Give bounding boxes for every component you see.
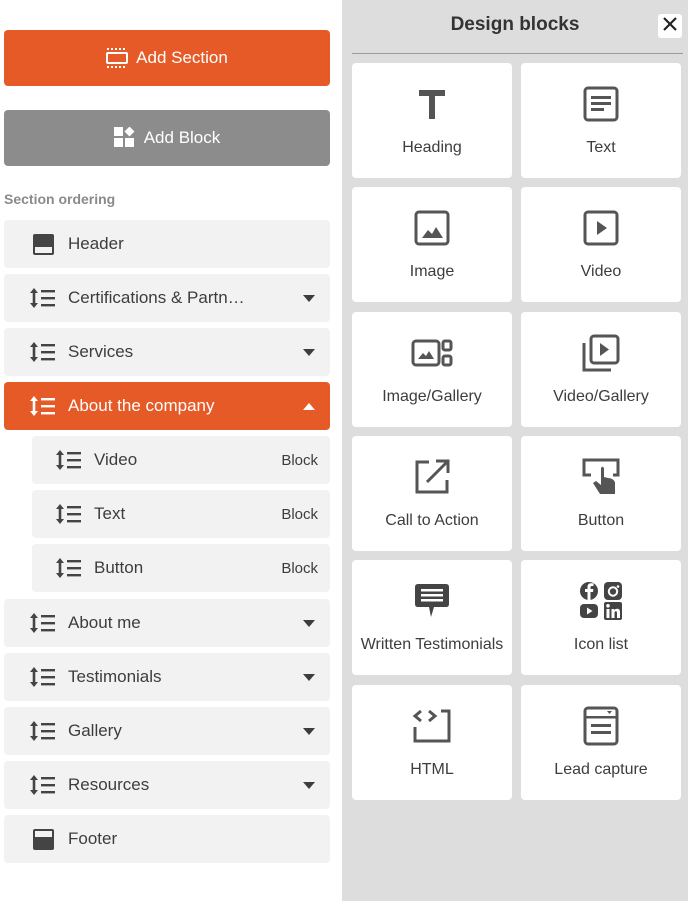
section-row-footer[interactable]: Footer <box>4 815 330 863</box>
block-tile-video-gallery[interactable]: Video/Gallery <box>521 312 681 427</box>
reorder-icon[interactable] <box>56 557 82 579</box>
code-icon <box>412 705 452 747</box>
reorder-icon[interactable] <box>30 341 56 363</box>
block-tile-heading[interactable]: Heading <box>352 63 512 178</box>
image-icon <box>414 207 450 249</box>
section-row-resources[interactable]: Resources <box>4 761 330 809</box>
block-tile-button[interactable]: Button <box>521 436 681 551</box>
button-click-icon <box>581 456 621 498</box>
section-row-gallery[interactable]: Gallery <box>4 707 330 755</box>
block-row-text[interactable]: Text Block <box>32 490 330 538</box>
block-tag: Block <box>281 559 318 577</box>
section-panel: Add Section Add Block Section ordering H… <box>0 0 342 901</box>
heading-icon <box>417 83 447 125</box>
video-icon <box>583 207 619 249</box>
block-tile-image[interactable]: Image <box>352 187 512 302</box>
section-row-about-the-company[interactable]: About the company <box>4 382 330 430</box>
external-link-icon <box>414 456 450 498</box>
block-row-button[interactable]: Button Block <box>32 544 330 592</box>
block-tag: Block <box>281 505 318 523</box>
design-blocks-panel: Design blocks Heading Text Image Video I… <box>342 0 688 901</box>
instagram-icon <box>604 582 622 600</box>
close-icon <box>663 16 677 36</box>
text-icon <box>583 83 619 125</box>
section-icon <box>106 48 129 68</box>
comment-icon <box>414 580 450 622</box>
chevron-down-icon[interactable] <box>303 781 315 789</box>
linkedin-icon <box>604 602 622 620</box>
block-tile-call-to-action[interactable]: Call to Action <box>352 436 512 551</box>
youtube-icon <box>580 604 598 618</box>
section-row-header[interactable]: Header <box>4 220 330 268</box>
block-tile-icon-list[interactable]: Icon list <box>521 560 681 675</box>
reorder-icon[interactable] <box>56 503 82 525</box>
reorder-icon[interactable] <box>30 287 56 309</box>
section-row-testimonials[interactable]: Testimonials <box>4 653 330 701</box>
footer-layout-icon <box>30 828 56 850</box>
video-gallery-icon <box>581 332 621 374</box>
block-tile-image-gallery[interactable]: Image/Gallery <box>352 312 512 427</box>
facebook-icon <box>580 582 598 600</box>
reorder-icon[interactable] <box>30 395 56 417</box>
image-gallery-icon <box>411 332 453 374</box>
chevron-up-icon[interactable] <box>303 402 315 410</box>
section-ordering-heading: Section ordering <box>4 191 116 207</box>
reorder-icon[interactable] <box>30 720 56 742</box>
blocks-icon <box>113 127 136 149</box>
add-block-label: Add Block <box>143 128 221 147</box>
chevron-down-icon[interactable] <box>303 294 315 302</box>
section-row-certifications[interactable]: Certifications & Partn… <box>4 274 330 322</box>
block-tile-text[interactable]: Text <box>521 63 681 178</box>
reorder-icon[interactable] <box>30 666 56 688</box>
block-tile-written-testimonials[interactable]: Written Testimonials <box>352 560 512 675</box>
title-divider <box>352 53 683 54</box>
chevron-down-icon[interactable] <box>303 619 315 627</box>
chevron-down-icon[interactable] <box>303 348 315 356</box>
header-layout-icon <box>30 233 56 255</box>
reorder-icon[interactable] <box>30 774 56 796</box>
social-icons-icon <box>579 580 623 622</box>
block-row-video[interactable]: Video Block <box>32 436 330 484</box>
block-tag: Block <box>281 451 318 469</box>
add-block-button[interactable]: Add Block <box>4 110 330 166</box>
panel-title: Design blocks <box>450 14 580 35</box>
section-row-services[interactable]: Services <box>4 328 330 376</box>
block-tile-html[interactable]: HTML <box>352 685 512 800</box>
block-tile-video[interactable]: Video <box>521 187 681 302</box>
chevron-down-icon[interactable] <box>303 673 315 681</box>
chevron-down-icon[interactable] <box>303 727 315 735</box>
add-section-label: Add Section <box>136 48 228 67</box>
reorder-icon[interactable] <box>56 449 82 471</box>
reorder-icon[interactable] <box>30 612 56 634</box>
form-icon <box>583 705 619 747</box>
add-section-button[interactable]: Add Section <box>4 30 330 86</box>
close-button[interactable] <box>658 14 682 38</box>
block-tile-lead-capture[interactable]: Lead capture <box>521 685 681 800</box>
section-row-about-me[interactable]: About me <box>4 599 330 647</box>
